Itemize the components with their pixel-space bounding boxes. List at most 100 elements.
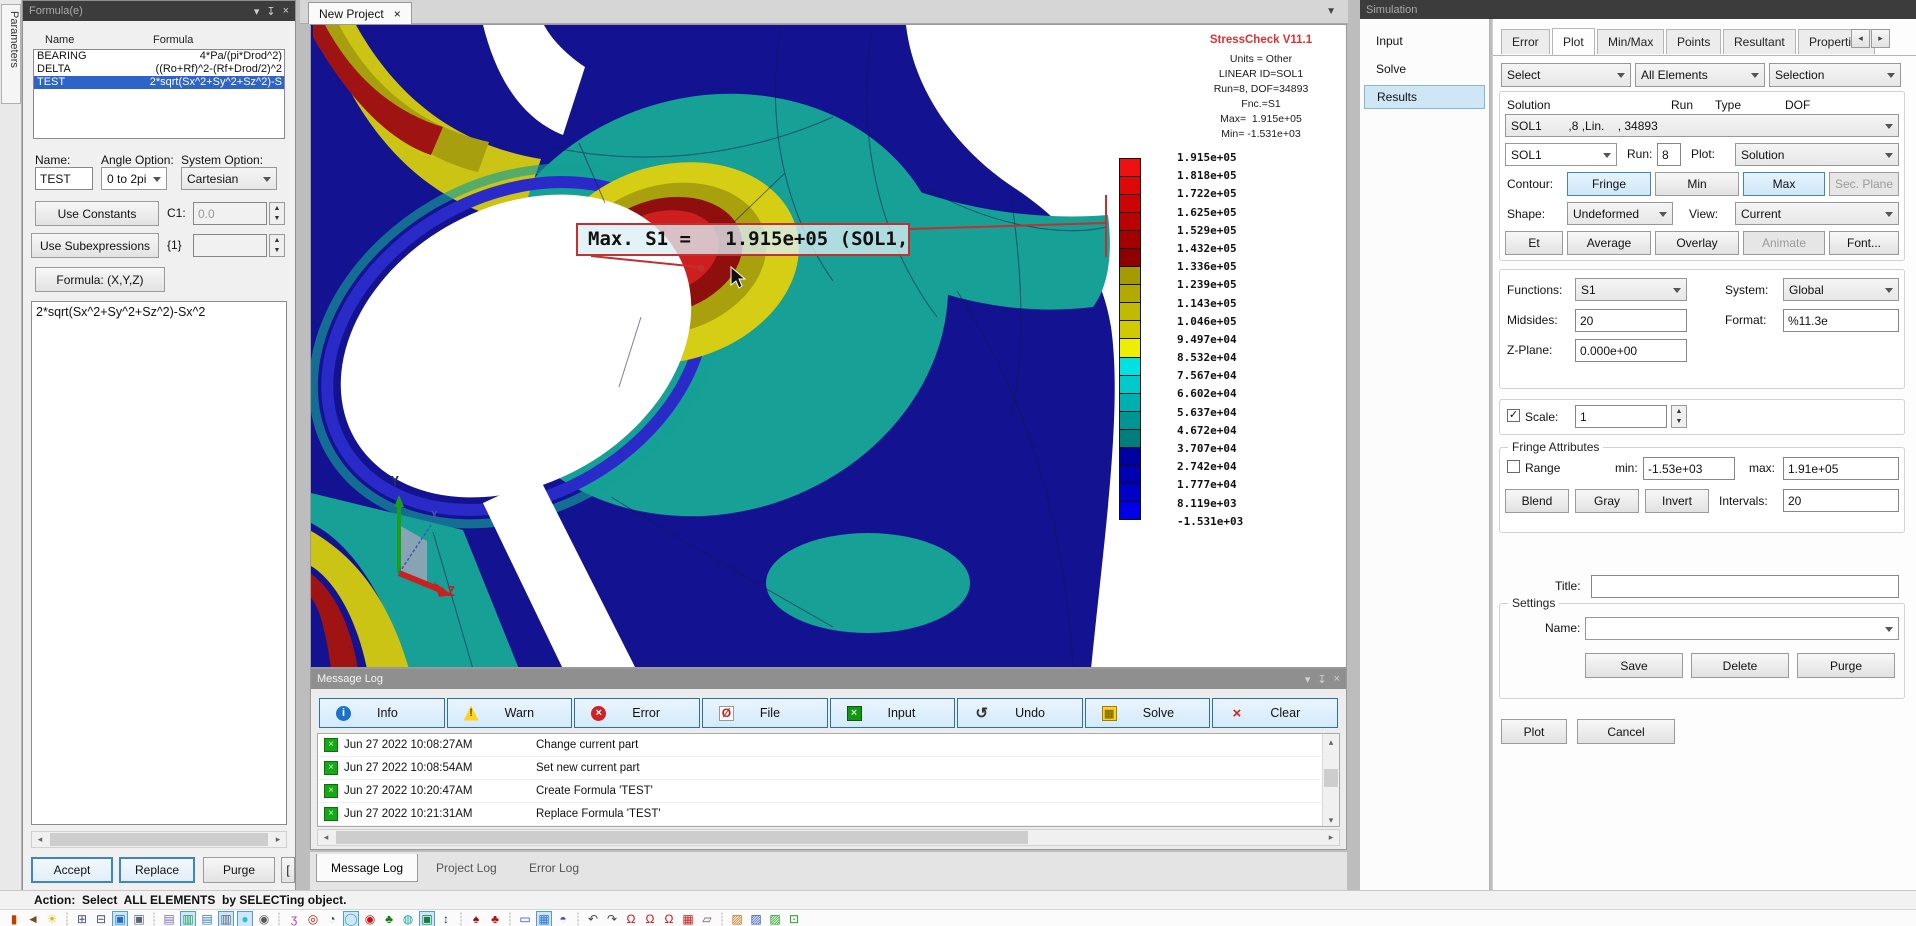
toolbar-icon[interactable]: ☀ — [44, 911, 60, 926]
toolbar-icon[interactable]: ♣ — [381, 911, 397, 926]
table-row[interactable]: DELTA ((Ro+Rf)^2-(Rf+Drod/2)^2 — [34, 63, 284, 76]
toolbar-icon[interactable]: ▦ — [680, 911, 696, 926]
selection-mode-select[interactable]: Selection — [1769, 63, 1901, 87]
toolbar-icon[interactable]: ▱ — [699, 911, 715, 926]
toolbar-icon[interactable]: ♠ — [468, 911, 484, 926]
model-viewport[interactable]: StressCheck V11.1 Units = OtherLINEAR ID… — [310, 24, 1347, 668]
scale-checkbox[interactable] — [1507, 409, 1520, 422]
toolbar-icon[interactable]: ● — [237, 911, 253, 926]
overlay-button[interactable]: Overlay — [1655, 231, 1739, 255]
toolbar-icon[interactable]: ▥ — [218, 911, 234, 926]
log-entry-row[interactable]: × Jun 27 2022 10:08:27AM Change current … — [318, 734, 1339, 757]
parameters-tab[interactable]: Parameters — [1, 4, 21, 104]
gray-button[interactable]: Gray — [1575, 489, 1639, 513]
font-button[interactable]: Font... — [1829, 231, 1899, 255]
toolbar-icon[interactable]: ◄ — [25, 911, 41, 926]
log-vscrollbar[interactable]: ▴ ▾ — [1322, 734, 1339, 827]
scroll-up-icon[interactable]: ▴ — [1323, 734, 1339, 750]
plot-type-select[interactable]: Solution — [1735, 143, 1899, 166]
toolbar-icon[interactable]: ◍ — [400, 911, 416, 926]
pin-icon[interactable]: ↧ — [266, 5, 275, 18]
formula-xyz-button[interactable]: Formula: (X,Y,Z) — [35, 267, 165, 292]
scroll-down-icon[interactable]: ▾ — [1323, 812, 1339, 827]
purge-button[interactable]: Purge — [203, 857, 275, 883]
close-icon[interactable]: × — [1334, 673, 1340, 685]
min-button[interactable]: Min — [1655, 172, 1739, 196]
toolbar-icon[interactable]: ┊ — [574, 911, 582, 926]
c1-stepper[interactable]: ▲▼ — [269, 202, 285, 225]
toolbar-icon[interactable]: ↕ — [438, 911, 454, 926]
results-tab[interactable]: Plot — [1552, 28, 1595, 55]
toolbar-icon[interactable]: ▤ — [199, 911, 215, 926]
average-button[interactable]: Average — [1567, 231, 1651, 255]
toolbar-icon[interactable]: Ω — [642, 911, 658, 926]
log-filter-button[interactable]: ↺ Undo — [957, 698, 1083, 728]
log-filter-button[interactable]: × Clear — [1212, 698, 1338, 728]
animate-button[interactable]: Animate — [1743, 231, 1825, 255]
plot-button[interactable]: Plot — [1501, 719, 1567, 744]
sec-plane-button[interactable]: Sec. Plane — [1829, 172, 1899, 196]
tab-close-icon[interactable]: × — [394, 7, 401, 21]
toolbar-icon[interactable]: ▨ — [748, 911, 764, 926]
formula-name-input[interactable] — [35, 167, 93, 190]
toolbar-icon[interactable]: ▣ — [419, 911, 435, 926]
scroll-right-icon[interactable]: ▸ — [270, 832, 286, 847]
toolbar-icon[interactable]: ◉ — [256, 911, 272, 926]
replace-button[interactable]: Replace — [119, 857, 195, 883]
settings-purge-button[interactable]: Purge — [1797, 653, 1895, 678]
toolbar-icon[interactable]: ◉ — [362, 911, 378, 926]
run-input[interactable] — [1657, 143, 1681, 166]
toolbar-icon[interactable]: ▨ — [767, 911, 783, 926]
max-button[interactable]: Max — [1743, 172, 1825, 196]
midsides-input[interactable] — [1575, 309, 1687, 332]
log-filter-button[interactable]: ▦ Solve — [1085, 698, 1211, 728]
angle-option-select[interactable]: 0 to 2pi — [101, 167, 167, 190]
settings-name-select[interactable] — [1585, 617, 1899, 640]
log-filter-button[interactable]: Ø File — [702, 698, 828, 728]
results-tab[interactable]: Points — [1666, 29, 1721, 54]
toolbar-icon[interactable]: Ω — [623, 911, 639, 926]
intervals-input[interactable] — [1783, 489, 1899, 512]
tab-scroll-left-icon[interactable]: ◂ — [1851, 29, 1870, 48]
table-row[interactable]: TEST 2*sqrt(Sx^2+Sy^2+Sz^2)-S — [34, 76, 284, 89]
toolbar-icon[interactable]: ▣ — [112, 911, 128, 926]
toolbar-icon[interactable]: ┊ — [457, 911, 465, 926]
simulation-nav-item[interactable]: Solve — [1364, 57, 1485, 81]
toolbar-icon[interactable]: Ω — [661, 911, 677, 926]
log-entry-row[interactable]: × Jun 27 2022 10:08:54AM Set new current… — [318, 757, 1339, 780]
log-tab[interactable]: Project Log — [422, 854, 511, 882]
toolbar-icon[interactable]: ┊ — [718, 911, 726, 926]
functions-select[interactable]: S1 — [1575, 278, 1687, 301]
scroll-left-icon[interactable]: ◂ — [318, 830, 334, 845]
select-method-select[interactable]: Select — [1501, 63, 1631, 87]
subexpression-input[interactable] — [193, 234, 267, 257]
use-subexpressions-button[interactable]: Use Subexpressions — [31, 233, 159, 258]
log-hscrollbar[interactable]: ◂ ▸ — [317, 829, 1340, 846]
toolbar-icon[interactable]: ◔ — [324, 911, 340, 926]
message-log-list[interactable]: × Jun 27 2022 10:08:27AM Change current … — [317, 733, 1340, 827]
view-select[interactable]: Current — [1735, 202, 1899, 225]
toolbar-icon[interactable]: ┊ — [63, 911, 71, 926]
tab-list-chevron-icon[interactable]: ▼ — [1326, 6, 1336, 17]
toolbar-icon[interactable]: ┊ — [275, 911, 283, 926]
results-tab[interactable]: Error — [1501, 29, 1550, 54]
scroll-left-icon[interactable]: ◂ — [32, 832, 48, 847]
toolbar-icon[interactable]: ↷ — [604, 911, 620, 926]
table-row[interactable]: BEARING 4*Pa/(pi*Drod^2) — [34, 50, 284, 63]
chevron-down-icon[interactable]: ▾ — [254, 5, 260, 18]
log-tab[interactable]: Error Log — [515, 854, 593, 882]
scale-stepper[interactable]: ▲▼ — [1671, 405, 1687, 428]
log-tab[interactable]: Message Log — [316, 854, 418, 882]
solution-summary-select[interactable]: SOL1 ,8 ,Lin. , 34893 — [1505, 114, 1899, 137]
toolbar-icon[interactable]: ⊞ — [74, 911, 90, 926]
tab-new-project[interactable]: New Project × — [308, 2, 412, 24]
pin-icon[interactable]: ↧ — [1317, 673, 1326, 686]
scope-select[interactable]: All Elements — [1635, 63, 1765, 87]
toolbar-icon[interactable]: ▤ — [161, 911, 177, 926]
simulation-nav-item[interactable]: Input — [1364, 29, 1485, 53]
toolbar-icon[interactable]: ┊ — [506, 911, 514, 926]
toolbar-icon[interactable]: ┊ — [150, 911, 158, 926]
z-plane-input[interactable] — [1575, 339, 1687, 362]
partial-button[interactable]: [ — [281, 857, 295, 883]
formula-editor[interactable]: 2*sqrt(Sx^2+Sy^2+Sz^2)-Sx^2 — [31, 301, 287, 825]
